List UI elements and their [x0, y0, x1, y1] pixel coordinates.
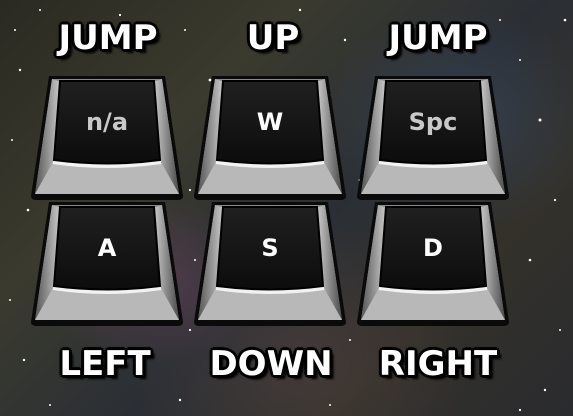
label-bottom-left: LEFT	[59, 344, 151, 384]
key-d[interactable]: D	[353, 196, 513, 330]
label-bottom-right: RIGHT	[378, 344, 498, 384]
label-bottom-middle: DOWN	[209, 344, 333, 384]
key-s[interactable]: S	[190, 196, 350, 330]
label-top-left: JUMP	[58, 18, 158, 58]
key-label: A	[97, 234, 117, 262]
key-label: W	[256, 108, 284, 136]
key-label: S	[261, 234, 279, 262]
key-label: Spc	[408, 108, 458, 136]
key-label: n/a	[85, 108, 129, 136]
key-w[interactable]: W	[190, 70, 350, 204]
key-space[interactable]: Spc	[353, 70, 513, 204]
key-a[interactable]: A	[27, 196, 187, 330]
label-top-middle: UP	[246, 18, 300, 58]
key-n-a[interactable]: n/a	[27, 70, 187, 204]
key-label: D	[423, 234, 443, 262]
label-top-right: JUMP	[388, 18, 488, 58]
